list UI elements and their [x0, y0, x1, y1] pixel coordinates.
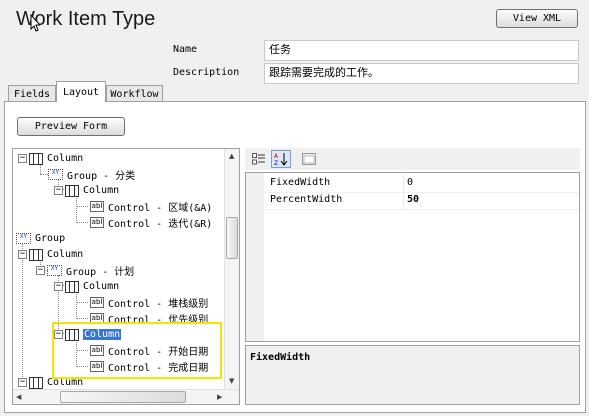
description-field[interactable]: 跟踪需要完成的工作。 [264, 63, 579, 84]
property-grid: FixedWidth 0 PercentWidth 50 [245, 172, 580, 342]
scroll-down-icon[interactable]: ▼ [229, 377, 234, 385]
property-name: FixedWidth [270, 177, 331, 188]
tab-workflow[interactable]: Workflow [106, 85, 163, 102]
column-icon [65, 184, 79, 197]
annotation-highlight [52, 322, 222, 379]
name-label: Name [173, 44, 198, 55]
tree-node[interactable]: XY Group - 分类 [48, 167, 135, 182]
property-description-title: FixedWidth [250, 352, 311, 363]
categorized-icon[interactable] [249, 150, 269, 168]
group-icon: XY [47, 265, 62, 276]
svg-text:Z: Z [274, 160, 278, 166]
view-xml-button[interactable]: View XML [496, 9, 578, 28]
vertical-scroll-thumb[interactable] [226, 217, 238, 259]
name-field[interactable]: 任务 [264, 40, 579, 61]
control-icon: abl [90, 217, 104, 228]
tab-fields[interactable]: Fields [8, 85, 56, 102]
scroll-up-icon[interactable]: ▲ [229, 152, 234, 160]
mouse-cursor-icon [30, 14, 40, 32]
column-icon [65, 280, 79, 293]
tree-node[interactable]: abl Control - 堆栈级别 [90, 295, 208, 310]
tree-node[interactable]: XY Group [16, 231, 65, 246]
alphabetical-sort-icon[interactable]: A Z [271, 150, 291, 168]
preview-form-button[interactable]: Preview Form [17, 117, 125, 136]
collapse-icon[interactable]: − [18, 154, 27, 163]
property-toolbar: A Z [245, 148, 580, 170]
tree-node[interactable]: − Column [18, 247, 83, 262]
property-name: PercentWidth [270, 194, 343, 205]
scroll-right-icon[interactable]: ▶ [217, 393, 222, 401]
group-icon: XY [48, 169, 63, 180]
property-row[interactable]: PercentWidth 50 [246, 192, 579, 210]
property-value[interactable]: 0 [407, 177, 413, 188]
collapse-icon[interactable]: − [18, 250, 27, 259]
horizontal-scroll-thumb[interactable] [60, 391, 186, 403]
description-label: Description [173, 67, 240, 78]
collapse-icon[interactable]: − [54, 186, 63, 195]
collapse-icon[interactable]: − [18, 378, 27, 387]
tab-layout[interactable]: Layout [56, 81, 106, 102]
tree-node[interactable]: − XY Group - 计划 [36, 263, 134, 278]
tree-node[interactable]: abl Control - 迭代(&R) [90, 215, 212, 230]
tree-node[interactable]: − Column [54, 279, 119, 294]
tree-node[interactable]: abl Control - 区域(&A) [90, 199, 212, 214]
control-icon: abl [90, 201, 104, 212]
property-value[interactable]: 50 [407, 194, 419, 205]
control-icon: abl [90, 297, 104, 308]
column-icon [29, 376, 43, 389]
property-description-pane: FixedWidth [245, 345, 580, 405]
svg-text:A: A [274, 153, 279, 160]
property-row[interactable]: FixedWidth 0 [246, 175, 579, 193]
tree-vertical-scrollbar[interactable]: ▲ ▼ [224, 149, 239, 390]
collapse-icon[interactable]: − [54, 282, 63, 291]
scroll-left-icon[interactable]: ◀ [16, 393, 21, 401]
column-icon [29, 152, 43, 165]
tree-node[interactable]: − Column [54, 183, 119, 198]
tree-node[interactable]: − Column [18, 151, 83, 166]
collapse-icon[interactable]: − [36, 266, 45, 275]
property-pages-icon[interactable] [299, 150, 319, 168]
group-icon: XY [16, 233, 31, 244]
column-icon [29, 248, 43, 261]
tree-horizontal-scrollbar[interactable]: ◀ ▶ [13, 389, 239, 404]
